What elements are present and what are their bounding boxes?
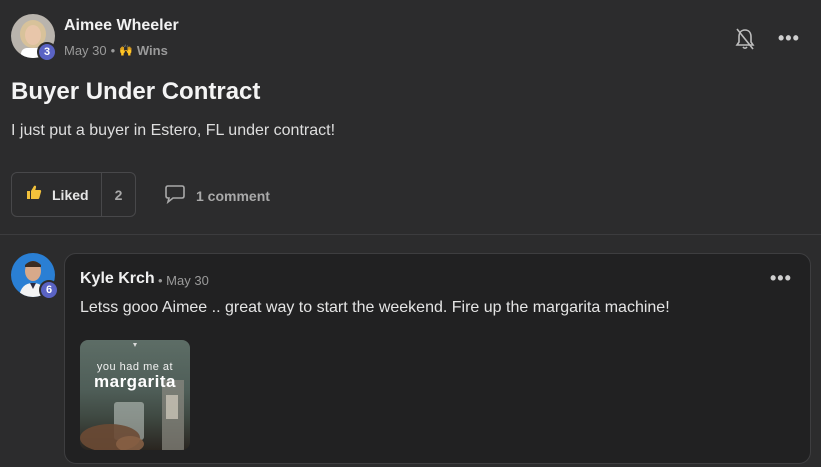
- post-meta: May 30 • 🙌 Wins: [64, 43, 168, 58]
- post-title: Buyer Under Contract: [11, 78, 261, 105]
- comment-count-link[interactable]: 1 comment: [164, 184, 270, 207]
- level-badge: 3: [37, 42, 57, 62]
- comment-date: • May 30: [158, 273, 209, 288]
- post-author-avatar-wrap[interactable]: 3: [11, 14, 57, 62]
- comment-count-label: 1 comment: [196, 187, 270, 204]
- like-button[interactable]: Liked 2: [11, 172, 136, 217]
- post-category[interactable]: Wins: [137, 43, 168, 58]
- like-label: Liked: [52, 186, 89, 203]
- post-date[interactable]: May 30: [64, 43, 107, 58]
- raised-hands-icon: 🙌: [119, 45, 133, 57]
- post-author-name[interactable]: Aimee Wheeler: [64, 17, 179, 35]
- post: 3 Aimee Wheeler May 30 • 🙌 Wins ••• Buye…: [0, 0, 821, 235]
- gif-caption-line2: margarita: [94, 372, 176, 391]
- comment-author-avatar-wrap[interactable]: 6: [11, 253, 59, 300]
- comment-card: Kyle Krch • May 30 ••• Letss gooo Aimee …: [64, 253, 811, 464]
- bell-muted-icon[interactable]: [734, 27, 756, 51]
- like-toggle[interactable]: Liked: [12, 173, 102, 216]
- more-options-icon[interactable]: •••: [770, 268, 792, 289]
- comment-text: Letss gooo Aimee .. great way to start t…: [80, 299, 670, 316]
- separator-dot: •: [110, 43, 116, 58]
- speech-bubble-icon: [164, 184, 186, 207]
- post-body: I just put a buyer in Estero, FL under c…: [11, 122, 336, 139]
- level-badge: 6: [39, 280, 59, 300]
- comment-author-name[interactable]: Kyle Krch: [80, 270, 155, 288]
- like-count[interactable]: 2: [102, 187, 135, 203]
- gif-attachment[interactable]: you had me at margarita: [80, 340, 190, 450]
- thumbs-up-icon: [26, 184, 42, 205]
- more-options-icon[interactable]: •••: [778, 28, 800, 48]
